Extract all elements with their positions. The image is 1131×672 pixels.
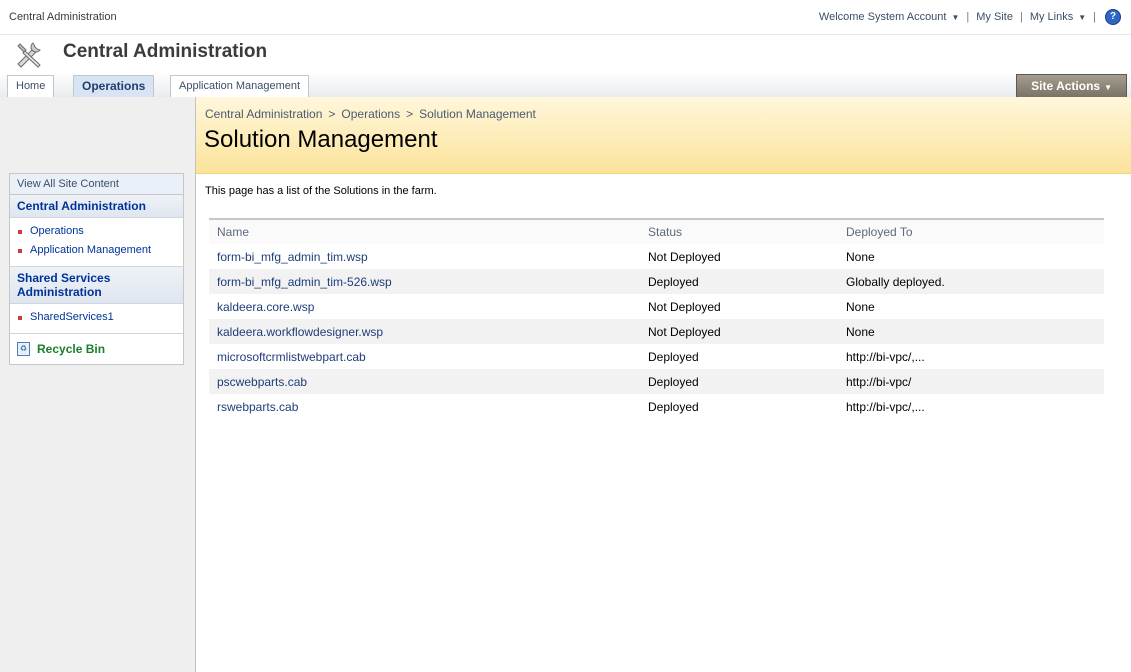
quick-launch: View All Site Content Central Administra… <box>9 173 184 365</box>
my-links-menu[interactable]: My Links ▼ <box>1030 11 1086 23</box>
recycle-bin-link[interactable]: ♻ Recycle Bin <box>10 334 183 364</box>
view-all-site-content-link[interactable]: View All Site Content <box>10 174 183 195</box>
breadcrumb-operations[interactable]: Operations <box>341 107 400 121</box>
chevron-down-icon: ▼ <box>951 13 960 22</box>
bullet-icon <box>18 316 22 320</box>
page-title-area: Central Administration > Operations > Soluti… <box>196 97 1131 174</box>
sidebar-item-label: SharedServices1 <box>30 311 114 323</box>
solution-name-link[interactable]: kaldeera.workflowdesigner.wsp <box>209 319 640 344</box>
solution-deployed-to: None <box>838 319 1104 344</box>
solution-name-link[interactable]: pscwebparts.cab <box>209 369 640 394</box>
solution-status: Deployed <box>648 349 699 364</box>
main-content: Central Administration > Operations > Soluti… <box>196 97 1131 672</box>
table-row: form-bi_mfg_admin_tim.wsp Not Deployed N… <box>209 244 1104 269</box>
welcome-label: Welcome System Account <box>818 11 947 23</box>
tab-operations[interactable]: Operations <box>73 75 155 97</box>
table-header-row: Name Status Deployed To <box>209 219 1104 244</box>
solution-deployed-to: Globally deployed. <box>838 269 1104 294</box>
solution-status: Deployed <box>648 399 699 414</box>
solution-status: Not Deployed <box>648 249 721 264</box>
bullet-icon <box>18 230 22 234</box>
table-row: pscwebparts.cab Deployed http://bi-vpc/ <box>209 369 1104 394</box>
chevron-down-icon: ▼ <box>1104 83 1112 92</box>
breadcrumb: Central Administration > Operations > Soluti… <box>205 107 536 121</box>
table-row: form-bi_mfg_admin_tim-526.wsp Deployed G… <box>209 269 1104 294</box>
solution-deployed-to: http://bi-vpc/ <box>838 369 1104 394</box>
left-sidebar: View All Site Content Central Administra… <box>0 97 196 672</box>
divider: | <box>1019 11 1023 23</box>
solution-status: Not Deployed <box>648 299 721 314</box>
divider: | <box>1093 11 1096 23</box>
table-row: rswebparts.cab Deployed http://bi-vpc/,.… <box>209 394 1104 419</box>
page-description: This page has a list of the Solutions in… <box>205 185 437 197</box>
top-links: Welcome System Account ▼ | My Site | My L… <box>819 9 1121 25</box>
tab-home[interactable]: Home <box>7 75 55 97</box>
site-header: Central Administration <box>0 35 1131 73</box>
chevron-down-icon: ▼ <box>1078 13 1087 22</box>
sidebar-item-label: Application Management <box>30 244 152 256</box>
solution-deployed-to: None <box>846 249 875 264</box>
welcome-menu[interactable]: Welcome System Account ▼ <box>819 11 960 23</box>
help-icon[interactable]: ? <box>1105 9 1121 25</box>
breadcrumb-separator: > <box>406 107 414 121</box>
solution-deployed-to: http://bi-vpc/,... <box>846 349 925 364</box>
solution-status: Not Deployed <box>640 319 838 344</box>
sidebar-item-operations[interactable]: Operations <box>10 222 183 241</box>
column-header-deployed-to[interactable]: Deployed To <box>838 219 1104 244</box>
solution-status: Deployed <box>640 369 838 394</box>
tab-application-management[interactable]: Application Management <box>170 75 310 97</box>
solution-deployed-to: http://bi-vpc/,... <box>846 399 925 414</box>
table-row: microsoftcrmlistwebpart.cab Deployed htt… <box>209 344 1104 369</box>
sidebar-heading-central-administration[interactable]: Central Administration <box>10 195 183 218</box>
my-links-label: My Links <box>1029 11 1074 23</box>
recycle-bin-label: Recycle Bin <box>37 342 106 356</box>
site-header-title[interactable]: Central Administration <box>63 41 267 63</box>
site-actions-label: Site Actions <box>1031 79 1101 93</box>
sidebar-section-items: SharedServices1 <box>10 304 183 334</box>
solution-name-link[interactable]: kaldeera.core.wsp <box>209 294 640 319</box>
solution-name-link[interactable]: form-bi_mfg_admin_tim.wsp <box>209 244 640 269</box>
divider: | <box>966 11 970 23</box>
solution-name-link[interactable]: form-bi_mfg_admin_tim-526.wsp <box>209 269 640 294</box>
column-header-name[interactable]: Name <box>209 219 640 244</box>
table-row: kaldeera.core.wsp Not Deployed None <box>209 294 1104 319</box>
bullet-icon <box>18 249 22 253</box>
solution-name-link[interactable]: rswebparts.cab <box>209 394 640 419</box>
breadcrumb-current: Solution Management <box>419 107 536 121</box>
sidebar-item-application-management[interactable]: Application Management <box>10 241 183 260</box>
solutions-table: Name Status Deployed To form-bi_mfg_admi… <box>209 218 1104 419</box>
page-title: Solution Management <box>204 126 438 153</box>
breadcrumb-central-administration[interactable]: Central Administration <box>205 107 322 121</box>
solution-deployed-to: None <box>846 299 875 314</box>
site-actions-menu[interactable]: Site Actions ▼ <box>1016 74 1127 98</box>
top-navigation: Home Operations Application Management S… <box>0 73 1131 98</box>
solution-status: Deployed <box>640 269 838 294</box>
table-row: kaldeera.workflowdesigner.wsp Not Deploy… <box>209 319 1104 344</box>
sidebar-section-items: Operations Application Management <box>10 218 183 267</box>
breadcrumb-separator: > <box>328 107 336 121</box>
column-header-status[interactable]: Status <box>640 219 838 244</box>
my-site-link[interactable]: My Site <box>976 11 1013 23</box>
site-title-link[interactable]: Central Administration <box>9 11 117 23</box>
recycle-bin-icon: ♻ <box>17 342 30 356</box>
sidebar-item-sharedservices1[interactable]: SharedServices1 <box>10 308 183 327</box>
sidebar-item-label: Operations <box>30 225 84 237</box>
solution-name-link[interactable]: microsoftcrmlistwebpart.cab <box>209 344 640 369</box>
tools-icon <box>17 42 41 68</box>
global-top-bar: Central Administration Welcome System Ac… <box>0 0 1131 35</box>
sidebar-heading-shared-services[interactable]: Shared Services Administration <box>10 267 183 304</box>
